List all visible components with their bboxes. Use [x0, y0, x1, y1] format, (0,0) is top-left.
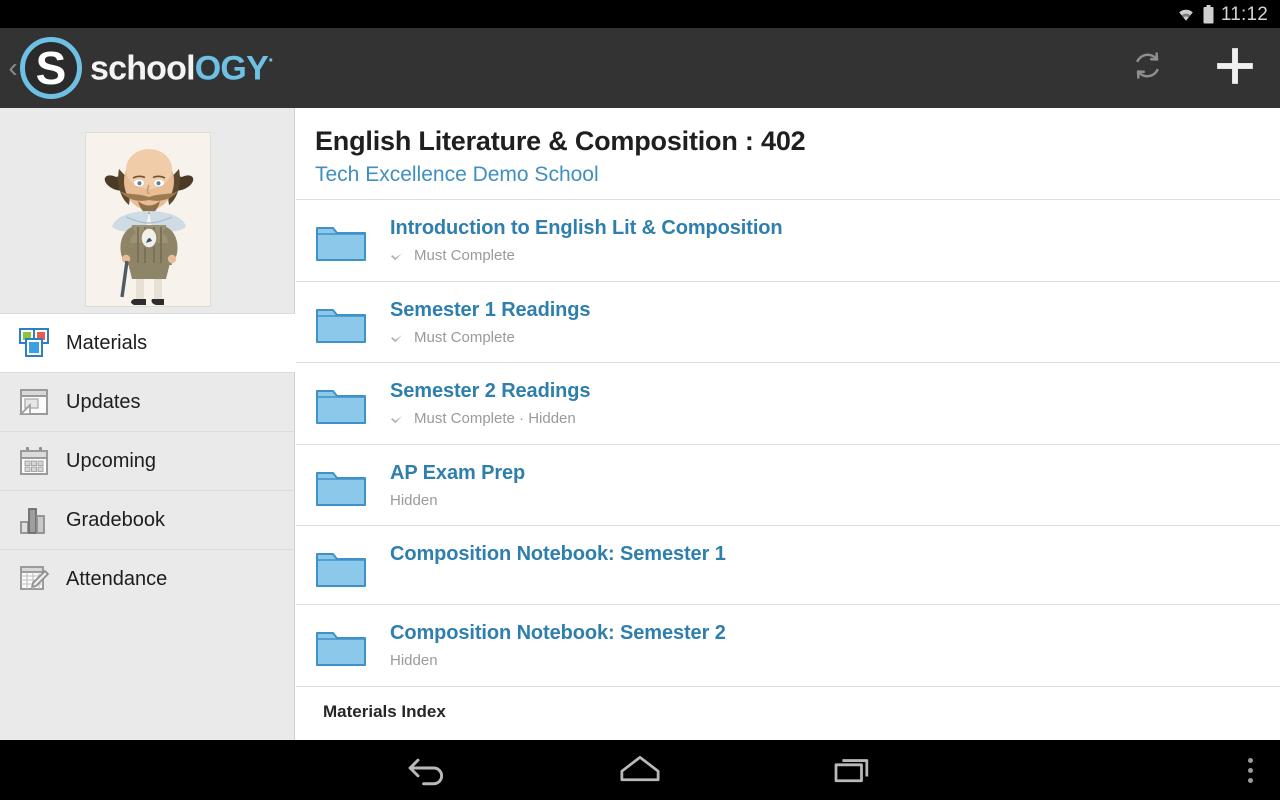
sidebar-item-label: Gradebook [66, 509, 165, 531]
material-meta: Hidden [390, 491, 525, 510]
material-title[interactable]: AP Exam Prep [390, 462, 525, 485]
attendance-icon [18, 563, 50, 595]
bar-chart-icon [18, 504, 50, 536]
checkmark-icon [390, 250, 405, 262]
logo-text-part-1: schoo [90, 49, 187, 88]
checkmark-icon [390, 332, 405, 344]
material-meta-text: Must Complete · Hidden [414, 410, 576, 428]
folder-icon [315, 546, 367, 588]
avatar [84, 132, 211, 307]
material-meta: Must Complete · Hidden [390, 411, 590, 428]
nav-overflow-button[interactable] [1220, 740, 1280, 800]
calendar-icon [18, 445, 50, 477]
logo-text-dot: · [267, 49, 275, 72]
material-folder-row[interactable]: Semester 1 Readings Must Complete [296, 282, 1280, 363]
android-tablet-screen: 11:12 ‹ S schoolOGY· Materials Updates U… [0, 0, 1280, 800]
materials-panel: English Literature & Composition : 402 T… [296, 108, 1280, 740]
schoology-logo-text: schoolOGY· [90, 49, 275, 88]
sidebar-item-label: Attendance [66, 568, 168, 590]
material-meta-text: Hidden [390, 652, 438, 670]
logo-text-part-3: OGY [194, 49, 269, 88]
sidebar-item-label: Upcoming [66, 450, 157, 472]
refresh-icon [1131, 49, 1164, 87]
school-name[interactable]: Tech Excellence Demo School [315, 163, 1280, 187]
folder-icon [315, 302, 367, 344]
material-folder-row[interactable]: Introduction to English Lit & Compositio… [296, 200, 1280, 281]
overflow-dot [1247, 777, 1253, 783]
app-action-bar: ‹ S schoolOGY· [0, 28, 1280, 108]
home-icon [616, 752, 664, 789]
material-meta-text: Must Complete [414, 328, 515, 346]
overflow-dot [1247, 767, 1253, 773]
material-folder-row[interactable]: AP Exam Prep Hidden [296, 445, 1280, 526]
course-sidebar: Materials Updates Upcoming Gradebook Att… [0, 108, 295, 740]
material-title[interactable]: Composition Notebook: Semester 2 [390, 622, 726, 645]
sidebar-item-label: Updates [66, 391, 141, 413]
battery-icon [1203, 4, 1214, 24]
materials-icon [18, 327, 50, 359]
material-title[interactable]: Introduction to English Lit & Compositio… [390, 217, 783, 240]
sidebar-nav-list: Materials Updates Upcoming Gradebook Att… [0, 313, 295, 608]
back-icon [404, 750, 450, 791]
sidebar-item-materials[interactable]: Materials [0, 313, 295, 372]
material-meta: Must Complete [390, 248, 783, 265]
material-folder-row[interactable]: Semester 2 Readings Must Complete · Hidd… [296, 363, 1280, 444]
material-row-text: Semester 1 Readings Must Complete [390, 298, 591, 347]
overflow-dot [1247, 757, 1253, 763]
folder-icon [315, 220, 367, 262]
folder-icon [315, 383, 367, 425]
material-title[interactable]: Semester 1 Readings [390, 299, 591, 322]
material-title[interactable]: Semester 2 Readings [390, 380, 591, 403]
course-avatar-container [0, 108, 295, 313]
material-meta: Hidden [390, 653, 726, 670]
sidebar-item-upcoming[interactable]: Upcoming [0, 431, 295, 490]
materials-index-label: Materials Index [323, 701, 446, 721]
material-row-text: Semester 2 Readings Must Complete · Hidd… [390, 379, 591, 428]
back-chevron-icon[interactable]: ‹ [0, 28, 22, 108]
plus-icon [1214, 45, 1256, 92]
material-meta-text: Must Complete [414, 247, 515, 265]
material-row-text: Composition Notebook: Semester 1 [390, 542, 726, 566]
material-folder-row[interactable]: Composition Notebook: Semester 2 Hidden [296, 605, 1280, 686]
status-time: 11:12 [1220, 3, 1268, 25]
nav-home-button[interactable] [533, 740, 746, 800]
status-bar: 11:12 [0, 0, 1280, 28]
sidebar-item-updates[interactable]: Updates [0, 372, 295, 431]
folder-icon [315, 625, 367, 667]
course-header: English Literature & Composition : 402 T… [296, 108, 1280, 199]
material-row-text: Composition Notebook: Semester 2 Hidden [390, 621, 726, 670]
updates-icon [18, 386, 50, 418]
material-folder-row[interactable]: Composition Notebook: Semester 1 [296, 526, 1280, 604]
schoology-logo[interactable]: S schoolOGY· [20, 37, 275, 99]
material-meta: Must Complete [390, 328, 590, 347]
material-title[interactable]: Composition Notebook: Semester 1 [390, 543, 726, 566]
page-title: English Literature & Composition : 402 [315, 126, 806, 156]
sidebar-item-attendance[interactable]: Attendance [0, 549, 295, 608]
material-meta-text: Hidden [390, 491, 438, 509]
android-navigation-bar [0, 740, 1280, 800]
schoology-logo-mark: S [20, 37, 82, 99]
add-button[interactable] [1190, 28, 1280, 108]
logo-text-part-2: l [186, 49, 195, 88]
materials-index-row[interactable]: Materials Index [296, 687, 1280, 740]
recents-icon [831, 751, 875, 790]
material-row-text: AP Exam Prep Hidden [390, 461, 525, 510]
nav-back-button[interactable] [320, 740, 533, 800]
sidebar-item-label: Materials [66, 332, 148, 354]
nav-recents-button[interactable] [746, 740, 959, 800]
material-row-text: Introduction to English Lit & Compositio… [390, 216, 783, 265]
refresh-button[interactable] [1104, 28, 1190, 108]
wifi-icon [1176, 6, 1196, 22]
sidebar-item-gradebook[interactable]: Gradebook [0, 490, 295, 549]
folder-icon [315, 465, 367, 507]
checkmark-icon [390, 413, 405, 425]
